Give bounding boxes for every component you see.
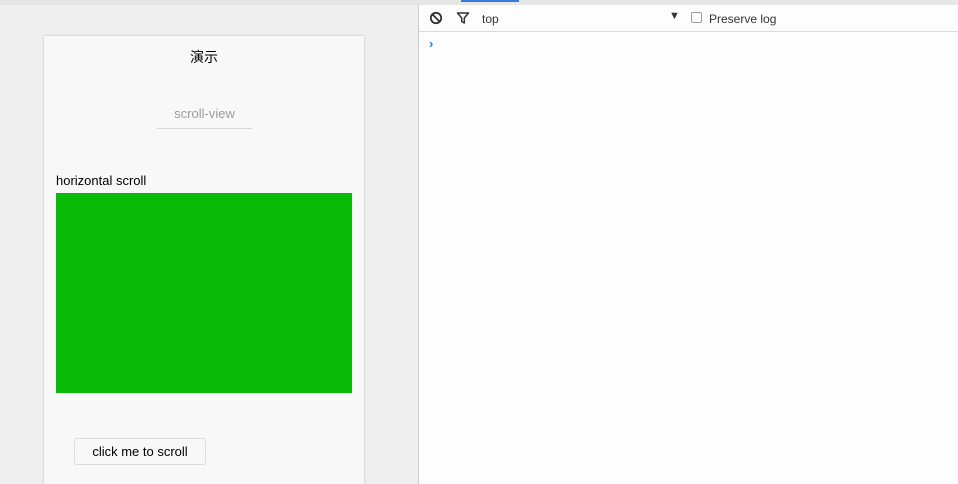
preserve-log-label: Preserve log — [709, 12, 777, 26]
clear-console-icon[interactable] — [429, 11, 443, 25]
devtools-console-panel: top ▼ Preserve log › — [418, 0, 958, 484]
preserve-log-checkbox[interactable] — [691, 12, 702, 23]
scroll-button[interactable]: click me to scroll — [74, 438, 206, 465]
console-toolbar: top ▼ Preserve log — [419, 5, 958, 32]
context-select-value: top — [482, 12, 499, 26]
scroll-block-1 — [56, 193, 352, 393]
chevron-down-icon: ▼ — [669, 10, 680, 22]
horizontal-scroll-view[interactable] — [56, 193, 352, 393]
scroll-label: horizontal scroll — [56, 173, 147, 188]
console-prompt-icon[interactable]: › — [429, 36, 433, 51]
context-select[interactable]: top ▼ — [482, 10, 682, 26]
scroll-track — [56, 193, 352, 393]
active-tab-indicator — [461, 0, 519, 2]
screen: 演示 scroll-view horizontal scroll click m… — [0, 0, 958, 484]
phone-frame: 演示 scroll-view horizontal scroll click m… — [44, 36, 364, 484]
nav-title: 演示 — [190, 49, 218, 65]
section-title: scroll-view — [157, 106, 252, 129]
simulator-area: 演示 scroll-view horizontal scroll click m… — [0, 5, 418, 484]
filter-icon[interactable] — [456, 11, 470, 25]
